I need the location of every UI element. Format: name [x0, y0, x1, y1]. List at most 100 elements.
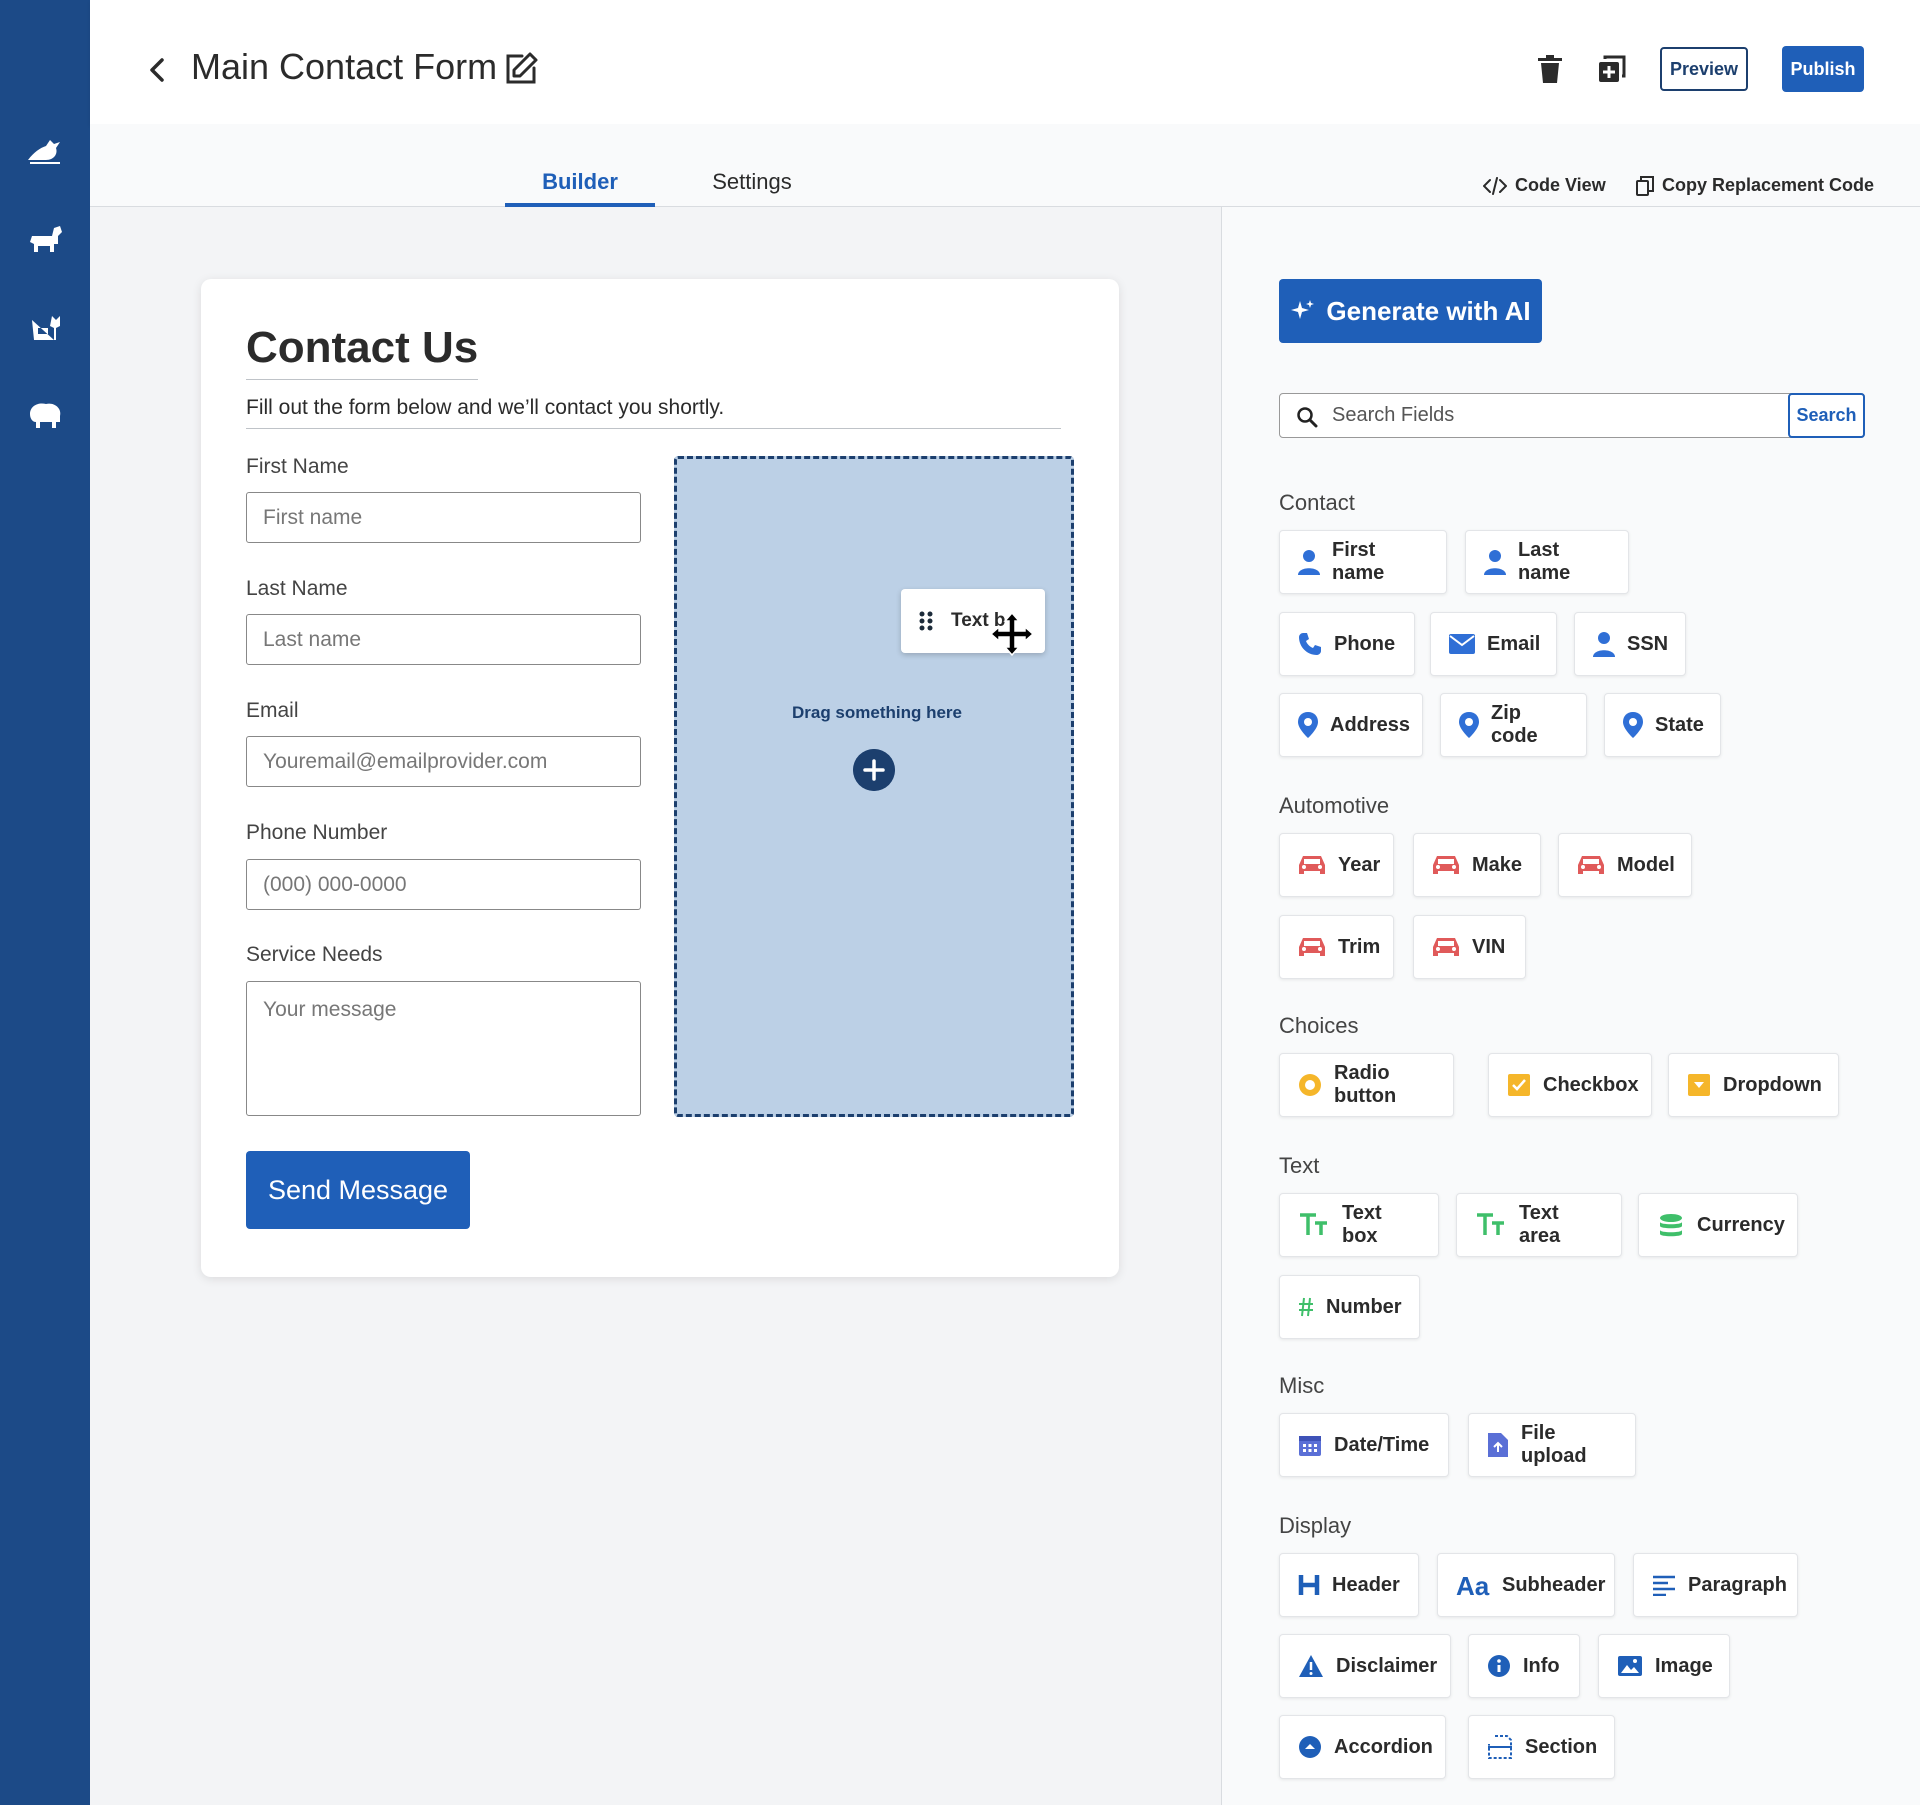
chip-label: Image — [1655, 1654, 1713, 1677]
field-number[interactable]: Number — [1279, 1275, 1420, 1339]
field-disclaimer[interactable]: Disclaimer — [1279, 1634, 1451, 1698]
first-name-label: First Name — [246, 455, 349, 478]
tab-bar: Builder Settings Code View Copy Replacem… — [90, 124, 1920, 207]
copy-code-link[interactable]: Copy Replacement Code — [1636, 175, 1874, 196]
panel-divider — [1221, 207, 1222, 1805]
field-dropdown[interactable]: Dropdown — [1668, 1053, 1839, 1117]
field-ssn[interactable]: SSN — [1574, 612, 1686, 676]
car-icon — [1578, 856, 1604, 874]
field-date-time[interactable]: Date/Time — [1279, 1413, 1449, 1477]
field-state[interactable]: State — [1604, 693, 1721, 757]
section-display: Display — [1279, 1513, 1352, 1538]
service-needs-label: Service Needs — [246, 943, 383, 966]
publish-button[interactable]: Publish — [1782, 46, 1864, 92]
car-icon — [1299, 938, 1325, 956]
chip-label: State — [1655, 713, 1704, 736]
elephant-icon[interactable] — [24, 394, 66, 436]
search-icon — [1297, 407, 1318, 428]
chip-label: Radio button — [1334, 1062, 1397, 1107]
chip-label: Paragraph — [1688, 1573, 1787, 1596]
chip-label: Accordion — [1334, 1735, 1433, 1758]
field-header[interactable]: Header — [1279, 1553, 1419, 1617]
drop-hint: Drag something here — [791, 703, 963, 722]
field-make[interactable]: Make — [1413, 833, 1541, 897]
sparkle-icon — [1291, 300, 1315, 319]
bird-icon[interactable] — [24, 130, 66, 172]
map-pin-icon — [1459, 712, 1479, 738]
form-title[interactable]: Contact Us — [246, 323, 479, 380]
chip-label: VIN — [1472, 935, 1506, 958]
field-text-box[interactable]: Text box — [1279, 1193, 1439, 1257]
section-choices: Choices — [1279, 1013, 1359, 1038]
person-icon — [1484, 550, 1506, 575]
form-subtitle[interactable]: Fill out the form below and we’ll contac… — [246, 396, 1061, 429]
person-icon — [1298, 550, 1320, 575]
copy-code-label: Copy Replacement Code — [1662, 175, 1875, 195]
field-currency[interactable]: Currency — [1638, 1193, 1798, 1257]
field-last-name[interactable]: Last name — [1465, 530, 1629, 594]
chip-label: Zip code — [1491, 702, 1538, 747]
preview-button[interactable]: Preview — [1660, 47, 1748, 91]
field-email[interactable]: Email — [1430, 612, 1557, 676]
code-view-link[interactable]: Code View — [1483, 175, 1606, 196]
first-name-input[interactable] — [246, 492, 641, 543]
section-misc: Misc — [1279, 1373, 1325, 1398]
phone-input[interactable] — [246, 859, 641, 910]
move-cursor-icon — [989, 611, 1035, 657]
tab-builder[interactable]: Builder — [505, 169, 655, 195]
car-icon — [1433, 938, 1459, 956]
section-text: Text — [1279, 1153, 1320, 1178]
field-phone[interactable]: Phone — [1279, 612, 1415, 676]
field-info[interactable]: Info — [1468, 1634, 1580, 1698]
field-image[interactable]: Image — [1598, 1634, 1730, 1698]
field-file-upload[interactable]: File upload — [1468, 1413, 1636, 1477]
field-trim[interactable]: Trim — [1279, 915, 1394, 979]
send-message-button[interactable]: Send Message — [246, 1151, 470, 1229]
field-checkbox[interactable]: Checkbox — [1488, 1053, 1652, 1117]
search-button[interactable]: Search — [1788, 393, 1865, 438]
field-first-name[interactable]: First name — [1279, 530, 1447, 594]
field-year[interactable]: Year — [1279, 833, 1394, 897]
chip-label: Checkbox — [1543, 1073, 1639, 1096]
field-vin[interactable]: VIN — [1413, 915, 1526, 979]
field-radio-button[interactable]: Radio button — [1279, 1053, 1454, 1117]
chip-label: Header — [1332, 1573, 1400, 1596]
service-needs-textarea[interactable] — [246, 981, 641, 1116]
field-zip-code[interactable]: Zip code — [1440, 693, 1587, 757]
trash-icon[interactable] — [1536, 54, 1564, 84]
paragraph-icon — [1653, 1575, 1675, 1596]
section-automotive: Automotive — [1279, 793, 1390, 818]
add-circle-icon[interactable] — [853, 749, 895, 791]
chip-label: First name — [1332, 539, 1385, 584]
generate-with-ai-button[interactable]: Generate with AI — [1279, 279, 1542, 343]
chip-label: Make — [1472, 853, 1523, 876]
field-model[interactable]: Model — [1558, 833, 1692, 897]
field-accordion[interactable]: Accordion — [1279, 1715, 1446, 1779]
email-input[interactable] — [246, 736, 641, 787]
font-icon: Aa — [1456, 1573, 1490, 1597]
search-fields-input[interactable] — [1332, 394, 1792, 437]
email-label: Email — [246, 699, 299, 722]
drag-handle-icon — [919, 611, 933, 631]
chip-label: Phone — [1334, 632, 1396, 655]
back-chevron-icon[interactable] — [142, 52, 172, 88]
duplicate-icon[interactable] — [1598, 55, 1626, 83]
field-subheader[interactable]: Aa Subheader — [1437, 1553, 1615, 1617]
heading-icon — [1298, 1575, 1320, 1595]
field-text-area[interactable]: Text area — [1456, 1193, 1622, 1257]
dog-icon[interactable] — [24, 218, 66, 260]
tab-settings[interactable]: Settings — [690, 169, 814, 195]
last-name-label: Last Name — [246, 577, 348, 600]
file-upload-icon — [1488, 1433, 1508, 1457]
drop-zone[interactable]: Text b Drag something here — [674, 456, 1074, 1117]
field-address[interactable]: Address — [1279, 693, 1423, 757]
edit-icon[interactable] — [502, 50, 540, 88]
last-name-input[interactable] — [246, 614, 641, 665]
copy-icon — [1636, 175, 1654, 196]
cat-icon[interactable] — [24, 306, 66, 348]
chip-label: Text area — [1519, 1202, 1561, 1247]
car-icon — [1299, 856, 1325, 874]
field-section[interactable]: Section — [1468, 1715, 1615, 1779]
generate-with-ai-label: Generate with AI — [1326, 295, 1531, 326]
field-paragraph[interactable]: Paragraph — [1633, 1553, 1798, 1617]
